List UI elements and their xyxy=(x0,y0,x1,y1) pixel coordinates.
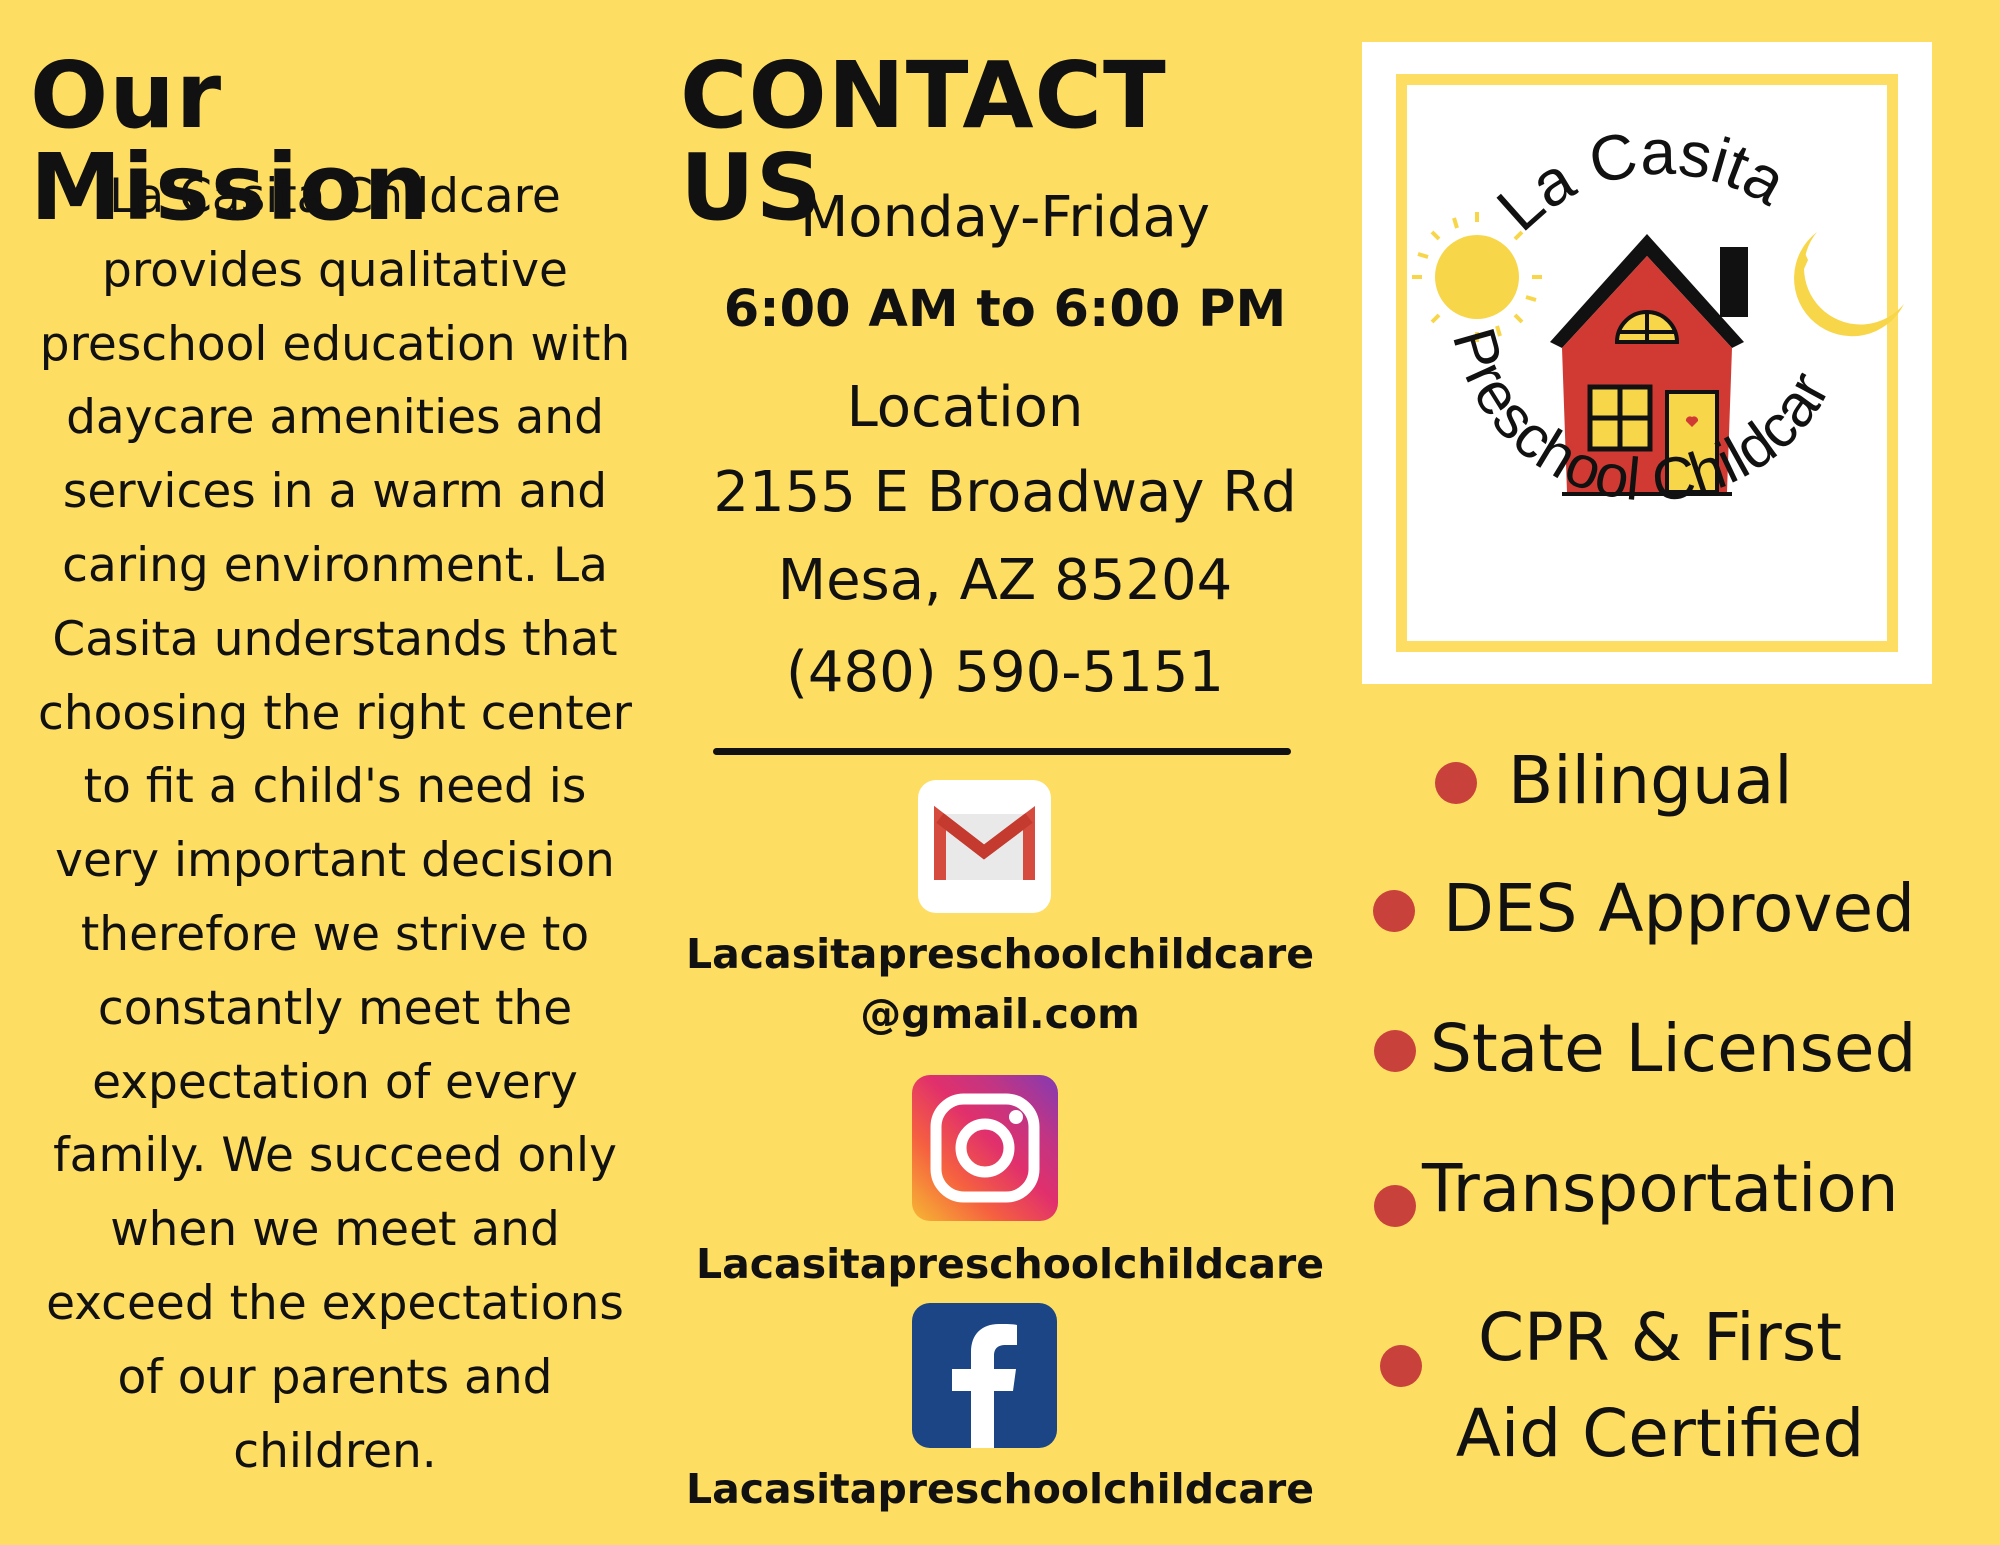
mission-text: La Casita Childcare provides qualitative p… xyxy=(5,160,665,1488)
mission-line: children. xyxy=(233,1423,437,1479)
bullet-dot xyxy=(1373,890,1415,932)
mission-line: provides qualitative xyxy=(102,242,568,298)
address-line-2: Mesa, AZ 85204 xyxy=(777,548,1233,613)
mission-line: Casita understands that xyxy=(52,611,618,667)
mission-line: daycare amenities and xyxy=(66,390,604,446)
mission-line: La Casita Childcare xyxy=(109,169,561,224)
bullet-dot xyxy=(1435,762,1477,804)
hours-time: 6:00 AM to 6:00 PM xyxy=(723,280,1287,339)
mission-line: when we meet and xyxy=(110,1202,560,1258)
address-line-1: 2155 E Broadway Rd xyxy=(713,460,1297,525)
bullet-dot xyxy=(1374,1185,1416,1227)
logo-top-text: La Casita xyxy=(1483,116,1798,245)
mission-line: preschool education with xyxy=(39,316,631,372)
hours-days: Monday-Friday xyxy=(799,185,1211,250)
facebook-handle[interactable]: Lacasitapreschoolchildcare xyxy=(640,1465,1360,1513)
facebook-icon[interactable] xyxy=(912,1303,1057,1448)
feature-bilingual: Bilingual xyxy=(1508,742,1793,819)
gmail-icon[interactable] xyxy=(918,780,1051,913)
phone-number[interactable]: (480) 590-5151 xyxy=(680,640,1330,705)
divider xyxy=(713,748,1291,755)
feature-cpr-line-2: Aid Certified xyxy=(1455,1395,1865,1472)
logo-bottom-text: Preschool Childcare xyxy=(1362,42,1842,514)
email-line-1[interactable]: Lacasitapreschoolchildcare xyxy=(640,930,1360,978)
feature-des-approved: DES Approved xyxy=(1443,870,1915,947)
mission-line: to fit a child's need is xyxy=(83,759,587,815)
mission-line: choosing the right center xyxy=(38,685,632,741)
location-label: Location xyxy=(846,375,1084,440)
mission-line: of our parents and xyxy=(117,1349,553,1405)
mission-line: expectation of every xyxy=(92,1054,578,1110)
logo: La Casita Preschool Childcare xyxy=(1362,42,1932,684)
mission-line: constantly meet the xyxy=(97,980,573,1036)
feature-cpr-line-1: CPR & First xyxy=(1477,1299,1843,1376)
mission-line: therefore we strive to xyxy=(80,906,590,962)
moon-icon xyxy=(1794,232,1904,337)
feature-transportation: Transportation xyxy=(1422,1150,1899,1227)
email-line-2[interactable]: @gmail.com xyxy=(640,990,1360,1038)
mission-line: very important decision xyxy=(55,833,615,889)
instagram-icon[interactable] xyxy=(912,1075,1058,1221)
bullet-dot xyxy=(1380,1345,1422,1387)
bullet-dot xyxy=(1374,1030,1416,1072)
feature-cpr-first-aid: CPR & First Aid Certified xyxy=(1430,1290,1890,1482)
mission-line: family. We succeed only xyxy=(53,1128,617,1184)
feature-state-licensed: State Licensed xyxy=(1430,1010,1917,1087)
mission-line: caring environment. La xyxy=(62,537,608,593)
mission-line: services in a warm and xyxy=(62,464,608,520)
instagram-handle[interactable]: Lacasitapreschoolchildcare xyxy=(650,1240,1370,1288)
logo-graphic: La Casita Preschool Childcare xyxy=(1362,42,1904,514)
mission-line: exceed the expectations xyxy=(46,1275,624,1331)
